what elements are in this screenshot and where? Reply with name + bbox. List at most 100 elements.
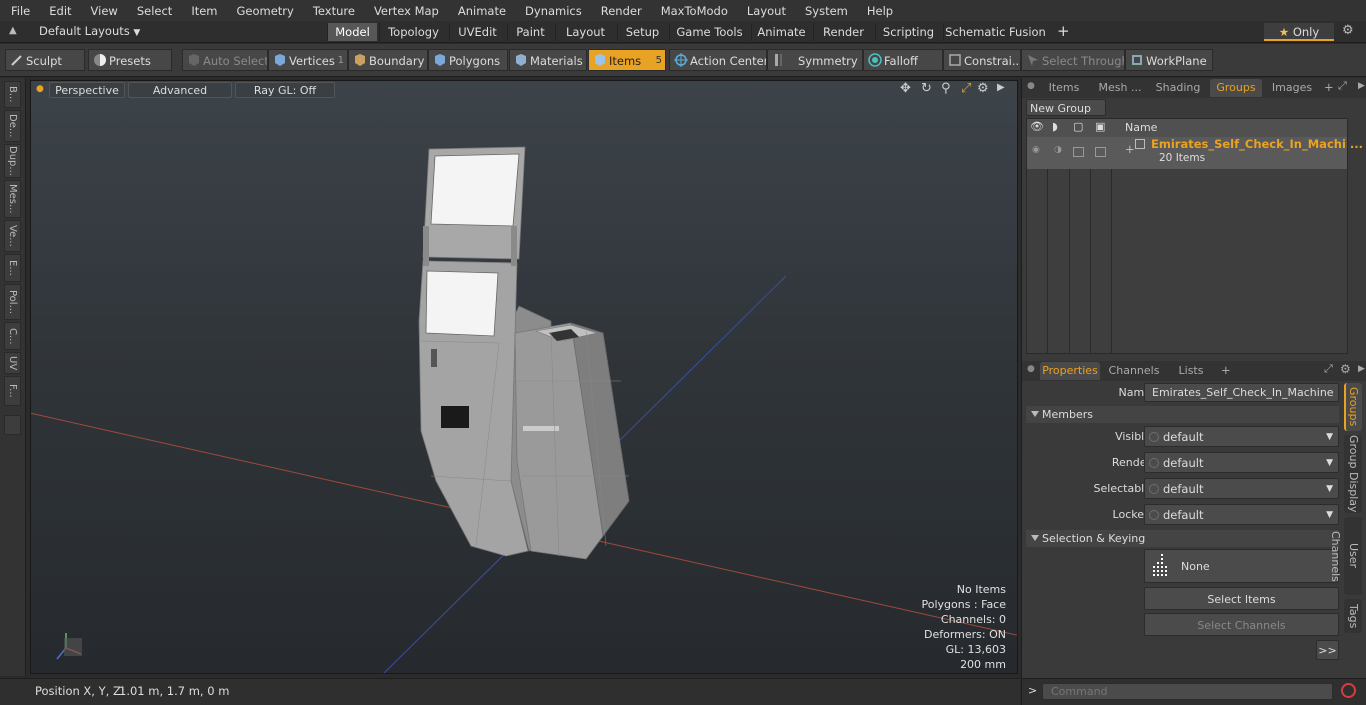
- polygons-button[interactable]: Polygons: [428, 49, 508, 71]
- collapse-icon[interactable]: ▲: [9, 25, 17, 36]
- rotate-view-icon[interactable]: ↻: [921, 81, 932, 96]
- command-input[interactable]: [1042, 683, 1333, 700]
- raygl-button[interactable]: Ray GL: Off: [235, 82, 335, 98]
- falloff-button[interactable]: Falloff: [863, 49, 943, 71]
- left-tab-fusion[interactable]: F...: [4, 376, 21, 406]
- left-tab-basic[interactable]: B...: [4, 81, 21, 108]
- side-tab-user-channels[interactable]: User Channels: [1329, 517, 1362, 595]
- vertices-button[interactable]: Vertices 1: [268, 49, 348, 71]
- expand-properties-icon[interactable]: ⤢: [1324, 362, 1333, 376]
- menu-select[interactable]: Select: [126, 4, 180, 18]
- tab-channels[interactable]: Channels: [1106, 362, 1162, 380]
- shading-mode-button[interactable]: Advanced: [128, 82, 232, 98]
- visible-dropdown[interactable]: default ▼: [1144, 426, 1339, 447]
- action-center-button[interactable]: Action Center: [669, 49, 767, 71]
- boundary-button[interactable]: Boundary: [348, 49, 428, 71]
- tab-render[interactable]: Render: [813, 23, 873, 41]
- viewport-menu-icon[interactable]: ●: [36, 84, 44, 94]
- left-tab-mesh[interactable]: Mes...: [4, 180, 21, 218]
- side-tab-tags[interactable]: Tags: [1344, 599, 1362, 633]
- tab-topology[interactable]: Topology: [379, 23, 447, 41]
- render-dropdown[interactable]: default ▼: [1144, 452, 1339, 473]
- menu-edit[interactable]: Edit: [38, 4, 79, 18]
- side-tab-groups[interactable]: Groups: [1344, 383, 1362, 431]
- expand-plus-icon[interactable]: +: [1125, 142, 1135, 156]
- menu-dynamics[interactable]: Dynamics: [514, 4, 590, 18]
- name-field[interactable]: Emirates_Self_Check_In_Machine (3): [1144, 383, 1339, 402]
- panel-arrow-icon[interactable]: ▶: [1358, 81, 1365, 91]
- tab-items[interactable]: Items: [1042, 79, 1086, 97]
- items-button[interactable]: Items 5: [588, 49, 666, 71]
- menu-system[interactable]: System: [794, 4, 856, 18]
- tab-setup[interactable]: Setup: [617, 23, 667, 41]
- tab-model[interactable]: Model: [327, 23, 377, 41]
- tab-mesh[interactable]: Mesh ...: [1092, 79, 1148, 97]
- left-tab-polygon[interactable]: Pol...: [4, 284, 21, 320]
- menu-geometry[interactable]: Geometry: [226, 4, 302, 18]
- left-tab-duplicate[interactable]: Dup...: [4, 144, 21, 178]
- side-tab-group-display[interactable]: Group Display: [1344, 435, 1362, 513]
- select-channels-button[interactable]: Select Channels: [1144, 613, 1339, 636]
- tab-shading[interactable]: Shading: [1152, 79, 1204, 97]
- materials-button[interactable]: Materials: [509, 49, 587, 71]
- menu-animate[interactable]: Animate: [447, 4, 514, 18]
- view-mode-button[interactable]: Perspective: [49, 82, 125, 98]
- presets-button[interactable]: Presets: [88, 49, 172, 71]
- locked-dropdown[interactable]: default ▼: [1144, 504, 1339, 525]
- menu-help[interactable]: Help: [856, 4, 901, 18]
- more-button[interactable]: >>: [1316, 640, 1339, 660]
- new-group-button[interactable]: New Group: [1026, 99, 1106, 116]
- constraints-button[interactable]: Constrai...: [943, 49, 1021, 71]
- fit-view-icon[interactable]: ⤢: [961, 81, 971, 96]
- tab-layout[interactable]: Layout: [555, 23, 615, 41]
- menu-texture[interactable]: Texture: [302, 4, 363, 18]
- left-tab-vertex[interactable]: Ve...: [4, 220, 21, 252]
- row-eye-icon[interactable]: ◉: [1032, 145, 1040, 155]
- only-toggle[interactable]: ★ Only: [1264, 23, 1334, 41]
- row-render-icon[interactable]: ◑: [1054, 145, 1062, 155]
- properties-arrow-icon[interactable]: ▶: [1358, 364, 1365, 374]
- workplane-button[interactable]: WorkPlane: [1125, 49, 1213, 71]
- record-icon[interactable]: [1341, 683, 1356, 698]
- menu-layout[interactable]: Layout: [736, 4, 794, 18]
- tab-paint[interactable]: Paint: [507, 23, 553, 41]
- zoom-view-icon[interactable]: ⚲: [941, 81, 951, 96]
- 3d-viewport[interactable]: ● Perspective Advanced Ray GL: Off ✥ ↻ ⚲…: [30, 80, 1018, 674]
- tab-uvedit[interactable]: UVEdit: [449, 23, 505, 41]
- panel-menu-icon[interactable]: ●: [1027, 81, 1035, 91]
- add-panel-tab-icon[interactable]: +: [1324, 80, 1334, 94]
- properties-menu-icon[interactable]: ●: [1027, 364, 1035, 374]
- group-row[interactable]: ◉ ◑ + Emirates_Self_Check_In_Machi ... 2…: [1027, 137, 1363, 169]
- selectable-dropdown[interactable]: default ▼: [1144, 478, 1339, 499]
- tab-schematic-fusion[interactable]: Schematic Fusion: [943, 23, 1047, 41]
- keying-none-button[interactable]: None: [1144, 549, 1339, 583]
- menu-item[interactable]: Item: [180, 4, 225, 18]
- properties-gear-icon[interactable]: ⚙: [1340, 362, 1351, 376]
- auto-select-button[interactable]: Auto Select: [182, 49, 268, 71]
- members-section-header[interactable]: Members: [1026, 406, 1339, 423]
- tab-scripting[interactable]: Scripting: [875, 23, 941, 41]
- menu-vertex-map[interactable]: Vertex Map: [363, 4, 447, 18]
- tab-animate[interactable]: Animate: [751, 23, 811, 41]
- gear-icon[interactable]: ⚙: [1342, 23, 1354, 38]
- menu-file[interactable]: File: [0, 4, 38, 18]
- layout-selector[interactable]: Default Layouts ▼: [39, 24, 140, 38]
- left-tab-curve[interactable]: C...: [4, 322, 21, 350]
- menu-maxtomodo[interactable]: MaxToModo: [650, 4, 736, 18]
- add-tab-icon[interactable]: +: [1057, 22, 1070, 40]
- selection-keying-section-header[interactable]: Selection & Keying: [1026, 530, 1339, 547]
- left-tab-toggle[interactable]: [4, 415, 21, 435]
- row-lock-checkbox[interactable]: [1073, 147, 1084, 157]
- add-properties-tab-icon[interactable]: +: [1221, 363, 1231, 377]
- tab-images[interactable]: Images: [1268, 79, 1316, 97]
- left-tab-edge[interactable]: E...: [4, 254, 21, 282]
- tab-lists[interactable]: Lists: [1168, 362, 1214, 380]
- menu-render[interactable]: Render: [590, 4, 650, 18]
- tab-game-tools[interactable]: Game Tools: [669, 23, 749, 41]
- tab-properties[interactable]: Properties: [1040, 362, 1100, 380]
- row-select-checkbox[interactable]: [1095, 147, 1106, 157]
- left-tab-deform[interactable]: De...: [4, 110, 21, 142]
- expand-panel-icon[interactable]: ⤢: [1338, 79, 1347, 93]
- move-view-icon[interactable]: ✥: [900, 81, 911, 96]
- symmetry-button[interactable]: Symmetry: [767, 49, 863, 71]
